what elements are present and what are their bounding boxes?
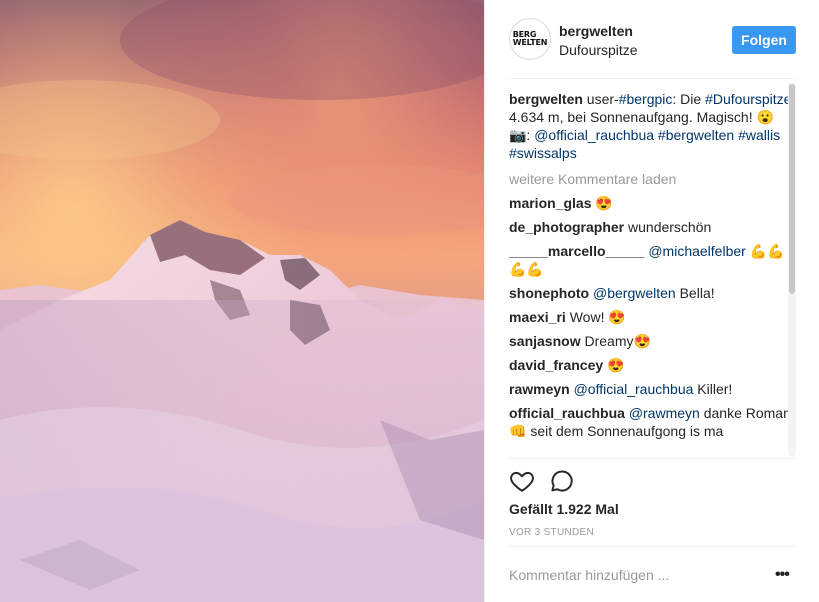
comment-username[interactable]: maexi_ri [509, 309, 566, 325]
timestamp[interactable]: VOR 3 STUNDEN [509, 527, 594, 538]
brand-logo: BERG WELTEN [512, 30, 548, 47]
hashtag-link[interactable]: #wallis [738, 127, 780, 143]
add-comment-input[interactable] [509, 564, 749, 586]
comment-item: _____marcello_____ @michaelfelber 💪💪💪💪 [509, 243, 785, 277]
comment-username[interactable]: official_rauchbua [509, 405, 625, 421]
comment-username[interactable]: de_photographer [509, 219, 624, 235]
header-username[interactable]: bergwelten [559, 23, 633, 39]
caption-username[interactable]: bergwelten [509, 91, 583, 107]
comment-item: marion_glas 😍 [509, 195, 613, 211]
comment-item: shonephoto @bergwelten Bella! [509, 285, 715, 301]
comment-username[interactable]: sanjasnow [509, 333, 581, 349]
like-count[interactable]: Gefällt 1.922 Mal [509, 501, 619, 517]
caption: bergwelten user-#bergpic: Die #Dufourspi… [509, 91, 795, 161]
comment-username[interactable]: _____marcello_____ [509, 243, 644, 259]
comment-item: de_photographer wunderschön [509, 219, 712, 235]
comment-username[interactable]: marion_glas [509, 195, 591, 211]
comments-scrollbar[interactable] [788, 82, 796, 456]
comment-username[interactable]: shonephoto [509, 285, 589, 301]
hashtag-link[interactable]: #swissalps [509, 145, 577, 161]
speech-bubble-icon[interactable] [549, 468, 575, 496]
post-side-panel: BERG WELTEN bergwelten Dufourspitze Folg… [484, 0, 819, 602]
header-location[interactable]: Dufourspitze [559, 42, 638, 58]
divider [509, 458, 796, 459]
comment-username[interactable]: david_francey [509, 357, 603, 373]
load-more-comments[interactable]: weitere Kommentare laden [509, 170, 799, 188]
mention-link[interactable]: @official_rauchbua [574, 381, 694, 397]
post-viewer: BERG WELTEN bergwelten Dufourspitze Folg… [0, 0, 819, 602]
post-header: BERG WELTEN bergwelten Dufourspitze Folg… [485, 0, 819, 79]
heart-outline-icon[interactable] [509, 468, 535, 496]
mountain-sunrise-image [0, 0, 484, 602]
hashtag-link[interactable]: #Dufourspitze [705, 91, 791, 107]
ellipsis-icon[interactable]: ••• [775, 566, 790, 584]
scrollbar-thumb[interactable] [789, 84, 795, 294]
comment-username[interactable]: rawmeyn [509, 381, 570, 397]
comment-item: official_rauchbua @rawmeyn danke Roman 👊… [509, 405, 791, 439]
mention-link[interactable]: @bergwelten [593, 285, 676, 301]
comment-item: maexi_ri Wow! 😍 [509, 309, 626, 325]
mention-link[interactable]: @rawmeyn [629, 405, 700, 421]
divider [509, 78, 796, 79]
mention-link[interactable]: @official_rauchbua [534, 127, 654, 143]
comment-item: sanjasnow Dreamy😍 [509, 333, 651, 349]
comment-item: rawmeyn @official_rauchbua Killer! [509, 381, 733, 397]
post-photo[interactable] [0, 0, 484, 602]
mention-link[interactable]: @michaelfelber [648, 243, 745, 259]
hashtag-link[interactable]: #bergwelten [658, 127, 734, 143]
comments-list[interactable]: bergwelten user-#bergpic: Die #Dufourspi… [509, 90, 799, 458]
follow-button[interactable]: Folgen [732, 26, 796, 54]
divider [509, 546, 796, 547]
hashtag-link[interactable]: #bergpic [619, 91, 673, 107]
action-bar [509, 468, 575, 496]
avatar[interactable]: BERG WELTEN [509, 18, 551, 60]
comment-item: david_francey 😍 [509, 357, 625, 373]
